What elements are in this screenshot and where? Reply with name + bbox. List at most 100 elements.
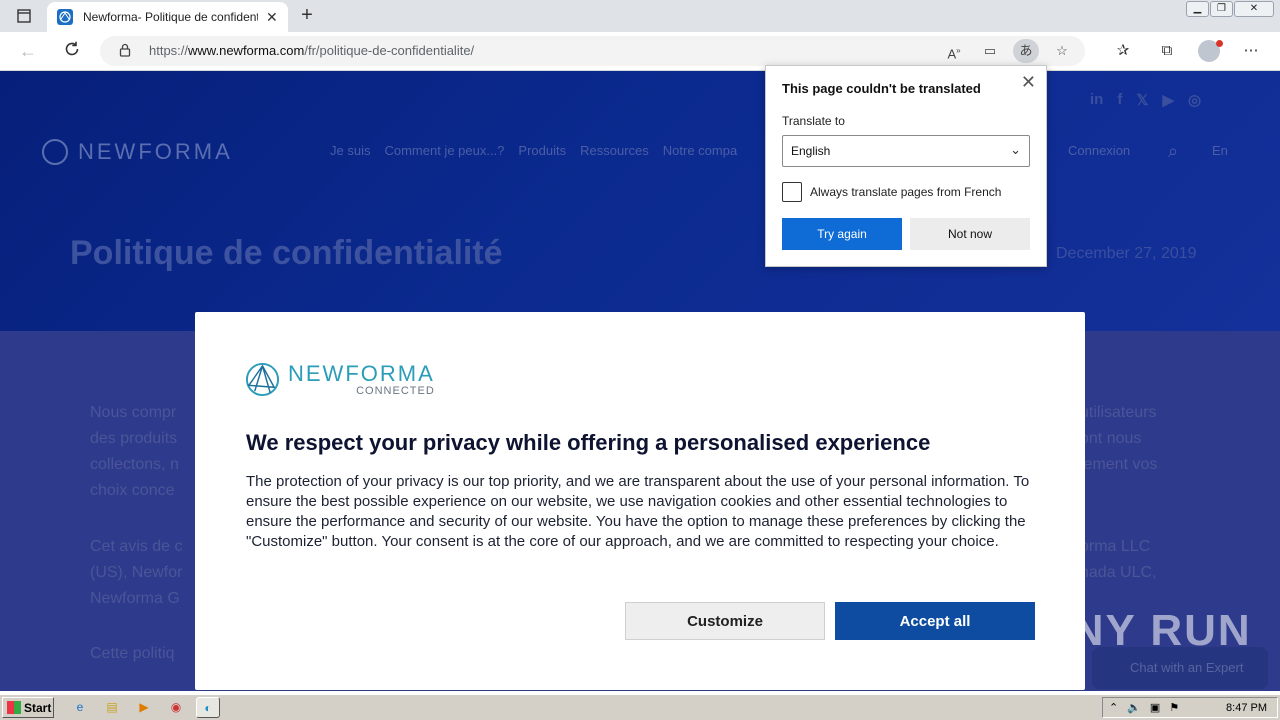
quick-launch: e ▤ ▶ ◉ ◐ [68, 697, 220, 718]
favorites-icon[interactable]: ✰ [1110, 38, 1136, 64]
nav-item-produits[interactable]: Produits [518, 143, 566, 158]
newforma-logo-icon [245, 362, 280, 397]
lock-icon[interactable] [118, 43, 132, 57]
brand-sub: CONNECTED [356, 384, 435, 397]
instagram-icon[interactable]: ◎ [1188, 91, 1201, 109]
nav-item-notre-compagnie[interactable]: Notre compa [663, 143, 737, 158]
login-link[interactable]: Connexion [1068, 143, 1130, 158]
hero-banner: in f 𝕏 ▶ ◎ NEWFORMA Je suis Comment je p… [0, 71, 1280, 331]
youtube-icon[interactable]: ▶ [1162, 91, 1174, 109]
add-favorite-icon[interactable]: ☆ [1049, 39, 1075, 63]
url-scheme: https:// [149, 43, 189, 58]
window-controls: ▁ ❐ ✕ [1186, 1, 1274, 17]
language-select[interactable]: English ⌄ [782, 135, 1030, 167]
profile-avatar[interactable] [1198, 40, 1223, 62]
bg-line: Newforma G [90, 590, 180, 607]
always-translate-checkbox[interactable] [782, 182, 802, 202]
bg-line: orma LLC [1080, 538, 1151, 555]
collections-icon[interactable]: ⧉ [1154, 38, 1180, 64]
bg-line: Nous compr [90, 404, 177, 421]
windows-logo-icon [7, 701, 21, 714]
always-translate-label: Always translate pages from French [810, 185, 1002, 199]
bg-line: utilisateurs [1080, 404, 1157, 421]
newforma-logo-icon [42, 139, 68, 165]
back-icon[interactable]: ← [16, 40, 40, 62]
tab-close-icon[interactable]: ✕ [266, 9, 278, 26]
start-label: Start [24, 701, 52, 715]
chevron-down-icon: ⌄ [1010, 142, 1021, 157]
clock: 8:47 PM [1226, 702, 1267, 714]
nav-item-comment[interactable]: Comment je peux...? [384, 143, 504, 158]
bg-paragraph-2: Cet avis de c (US), Newfor Newforma G [90, 534, 182, 612]
read-aloud-icon[interactable]: A» [941, 39, 967, 63]
media-player-icon[interactable]: ▶ [132, 697, 156, 718]
settings-more-icon[interactable]: ⋯ [1238, 38, 1264, 64]
accept-all-button[interactable]: Accept all [835, 602, 1035, 640]
immersive-reader-icon[interactable]: ▭ [977, 39, 1003, 63]
bg-line: collectons, n [90, 456, 179, 473]
bg-line: ont nous [1080, 430, 1142, 447]
bg-paragraph-3: Cette politiq [90, 645, 175, 662]
x-icon[interactable]: 𝕏 [1136, 91, 1148, 109]
newforma-connected-logo: NEWFORMA CONNECTED [245, 362, 435, 397]
url-host: www.newforma.com [188, 43, 305, 58]
cookie-modal-title: We respect your privacy while offering a… [246, 430, 931, 455]
bg-paragraph-1-right: utilisateurs ont nous lement vos [1080, 400, 1157, 478]
cookie-consent-modal: NEWFORMA CONNECTED We respect your priva… [195, 312, 1085, 690]
address-bar[interactable]: https://www.newforma.com/fr/politique-de… [100, 36, 1085, 66]
close-window-button[interactable]: ✕ [1234, 1, 1274, 17]
nav-item-je-suis[interactable]: Je suis [330, 143, 370, 158]
browser-tab[interactable]: Newforma- Politique de confidentialité ✕ [47, 2, 288, 32]
address-bar-icons: A» ▭ あ ☆ [941, 39, 1075, 63]
tab-title: Newforma- Politique de confidentialité [83, 10, 258, 24]
bg-paragraph-2-right: orma LLC nada ULC, [1080, 534, 1157, 586]
translate-to-label: Translate to [782, 114, 845, 128]
minimize-button[interactable]: ▁ [1186, 1, 1209, 17]
volume-icon[interactable]: 🔈 [1127, 701, 1141, 714]
site-logo[interactable]: NEWFORMA [42, 139, 233, 165]
search-icon[interactable]: ⌕ [1168, 141, 1178, 162]
customize-button[interactable]: Customize [625, 602, 825, 640]
ie-icon[interactable]: e [68, 697, 92, 718]
start-button[interactable]: Start [2, 697, 54, 718]
chrome-icon[interactable]: ◉ [164, 697, 188, 718]
bg-line: choix conce [90, 482, 175, 499]
tab-actions-icon[interactable] [8, 5, 40, 27]
system-tray: ⌃ 🔈 ▣ ⚑ 8:47 PM [1102, 697, 1278, 718]
facebook-icon[interactable]: f [1117, 91, 1122, 109]
language-switch[interactable]: En [1212, 143, 1228, 158]
main-nav: Je suis Comment je peux...? Produits Res… [330, 143, 737, 158]
toolbar-right: ✰ ⧉ ⋯ [1110, 38, 1264, 64]
site-logo-text: NEWFORMA [78, 139, 233, 164]
translate-popup: This page couldn't be translated ✕ Trans… [765, 65, 1047, 267]
language-select-value: English [791, 144, 831, 158]
cookie-modal-body: The protection of your privacy is our to… [246, 473, 1030, 550]
translate-popup-title: This page couldn't be translated [782, 81, 981, 96]
translate-icon[interactable]: あ [1013, 39, 1039, 63]
nav-item-ressources[interactable]: Ressources [580, 143, 649, 158]
linkedin-icon[interactable]: in [1090, 91, 1103, 109]
browser-tab-bar: Newforma- Politique de confidentialité ✕… [0, 0, 1280, 32]
brand-name: NEWFORMA [288, 360, 435, 386]
network-icon[interactable]: ▣ [1150, 701, 1160, 714]
try-again-button[interactable]: Try again [782, 218, 902, 250]
refresh-icon[interactable] [60, 40, 84, 62]
tray-arrow-icon[interactable]: ⌃ [1109, 701, 1118, 714]
new-tab-button[interactable]: + [295, 4, 319, 28]
not-now-button[interactable]: Not now [910, 218, 1030, 250]
newforma-favicon-icon [57, 9, 73, 25]
bg-paragraph-1: Nous compr des produits collectons, n ch… [90, 400, 179, 504]
web-page: in f 𝕏 ▶ ◎ NEWFORMA Je suis Comment je p… [0, 71, 1280, 691]
explorer-icon[interactable]: ▤ [100, 697, 124, 718]
url-text[interactable]: https://www.newforma.com/fr/politique-de… [149, 43, 474, 58]
bg-line: Cet avis de c [90, 538, 183, 555]
social-links: in f 𝕏 ▶ ◎ [1090, 91, 1201, 109]
security-icon[interactable]: ⚑ [1169, 701, 1179, 714]
page-title: Politique de confidentialité [70, 234, 503, 272]
page-date: December 27, 2019 [1056, 245, 1197, 262]
restore-button[interactable]: ❐ [1210, 1, 1233, 17]
bg-line: des produits [90, 430, 178, 447]
edge-icon[interactable]: ◐ [196, 697, 220, 718]
close-icon[interactable]: ✕ [1021, 72, 1036, 93]
bg-line: lement vos [1080, 456, 1158, 473]
